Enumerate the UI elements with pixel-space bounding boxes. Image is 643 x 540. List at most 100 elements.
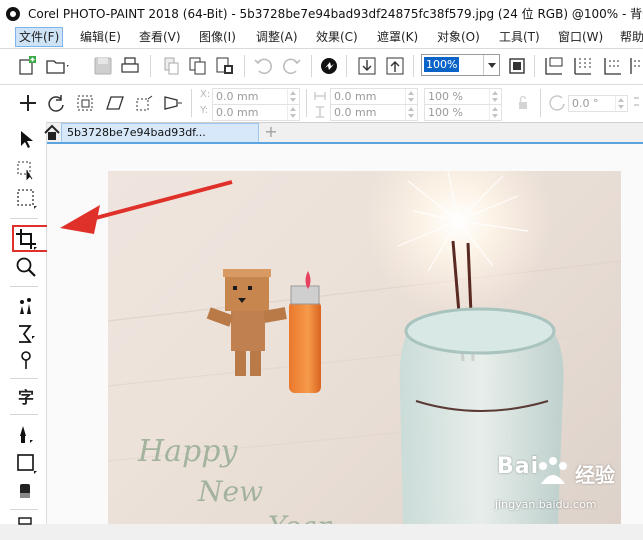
menu-view[interactable]: 查看(V) xyxy=(136,28,184,46)
toolbox-divider xyxy=(10,414,38,415)
menu-adjust[interactable]: 调整(A) xyxy=(253,28,301,46)
scale-y-value: 100 % xyxy=(428,106,463,119)
document-tab-label: 5b3728be7e94bad93df... xyxy=(67,126,206,139)
x-position-value: 0.0 mm xyxy=(216,90,259,103)
scale-y-field[interactable]: 100 % xyxy=(424,104,502,121)
full-screen-icon[interactable] xyxy=(506,55,528,77)
y-position-value: 0.0 mm xyxy=(216,106,259,119)
paint-tool-icon[interactable] xyxy=(14,422,38,446)
undo-icon[interactable] xyxy=(252,55,274,77)
crop-tool-highlight xyxy=(12,225,50,252)
toolbar-divider xyxy=(540,89,541,117)
pick-tool-icon[interactable] xyxy=(14,128,38,152)
corel-connect-icon[interactable] xyxy=(318,55,340,77)
toolbox-divider xyxy=(10,509,38,510)
rectangle-mask-tool-icon[interactable] xyxy=(14,186,38,210)
menu-bar: 文件(F) 编辑(E) 查看(V) 图像(I) 调整(A) 效果(C) 遮罩(K… xyxy=(0,27,643,49)
toolbar-divider xyxy=(346,55,347,77)
zoom-level-value[interactable]: 100% xyxy=(424,57,460,72)
menu-help[interactable]: 帮助 xyxy=(617,28,643,46)
y-position-label: Y: xyxy=(200,105,209,116)
zoom-tool-icon[interactable] xyxy=(14,255,38,279)
rotation-angle-spinner[interactable] xyxy=(615,96,627,111)
scale-x-spinner[interactable] xyxy=(489,89,501,104)
text-tool-icon[interactable]: 字 xyxy=(14,386,38,410)
menu-mask[interactable]: 遮罩(K) xyxy=(374,28,421,46)
effect-tool-icon[interactable] xyxy=(14,322,38,346)
new-document-icon[interactable] xyxy=(16,55,38,77)
snap-icon[interactable] xyxy=(600,55,624,77)
toolbar-divider xyxy=(311,55,312,77)
watermark-brand-suffix: 经验 xyxy=(575,463,615,487)
print-icon[interactable] xyxy=(119,55,141,77)
mask-transform-tool-icon[interactable] xyxy=(14,158,38,182)
home-icon[interactable] xyxy=(43,124,61,141)
paste-icon[interactable] xyxy=(214,55,238,77)
perspective-mode-icon[interactable] xyxy=(162,93,184,113)
document-tab[interactable]: 5b3728be7e94bad93df... xyxy=(61,123,259,142)
zoom-level-combo[interactable]: 100% xyxy=(421,54,500,76)
toolbox-divider xyxy=(10,286,38,287)
export-icon[interactable] xyxy=(384,55,406,77)
menu-image[interactable]: 图像(I) xyxy=(196,28,239,46)
overflow-icon[interactable] xyxy=(628,55,643,77)
image-text-happy: Happy xyxy=(137,434,238,469)
menu-file[interactable]: 文件(F) xyxy=(15,27,64,47)
baidu-watermark: Bai 经验 jingyan.baidu.com xyxy=(467,451,617,521)
cut-icon[interactable] xyxy=(160,55,182,77)
import-icon[interactable] xyxy=(356,55,378,77)
save-icon[interactable] xyxy=(92,55,114,77)
watermark-brand: Bai xyxy=(497,454,540,479)
toolbar-divider xyxy=(150,55,151,77)
lock-ratio-icon[interactable] xyxy=(516,95,530,111)
toolbar-divider xyxy=(534,55,535,77)
scale-y-spinner[interactable] xyxy=(489,105,501,120)
clone-tool-icon[interactable] xyxy=(14,348,38,372)
height-value: 0.0 mm xyxy=(334,106,377,119)
more-options-icon[interactable] xyxy=(630,93,643,115)
rectangle-tool-icon[interactable] xyxy=(14,451,38,475)
watermark-url: jingyan.baidu.com xyxy=(495,498,597,511)
menu-effects[interactable]: 效果(C) xyxy=(313,28,361,46)
eraser-tool-icon[interactable] xyxy=(14,479,38,503)
y-position-field[interactable]: 0.0 mm xyxy=(212,104,300,121)
toolbox-divider xyxy=(10,378,38,379)
x-position-field[interactable]: 0.0 mm xyxy=(212,88,300,105)
menu-window[interactable]: 窗口(W) xyxy=(555,28,606,46)
menu-object[interactable]: 对象(O) xyxy=(434,28,483,46)
eyedropper-tool-icon[interactable] xyxy=(14,294,38,318)
width-value: 0.0 mm xyxy=(334,90,377,103)
scale-mode-icon[interactable] xyxy=(75,93,95,113)
width-spinner[interactable] xyxy=(405,89,417,104)
scale-x-field[interactable]: 100 % xyxy=(424,88,502,105)
standard-toolbar xyxy=(0,49,643,85)
rulers-icon[interactable] xyxy=(542,55,566,77)
height-field[interactable]: 0.0 mm xyxy=(330,104,418,121)
x-position-spinner[interactable] xyxy=(287,89,299,104)
rotation-angle-icon xyxy=(549,95,565,111)
rotation-angle-field[interactable]: 0.0 ° xyxy=(568,95,628,112)
copy-icon[interactable] xyxy=(187,55,209,77)
redo-icon[interactable] xyxy=(281,55,303,77)
height-icon xyxy=(316,106,324,118)
menu-edit[interactable]: 编辑(E) xyxy=(77,28,124,46)
transform-position-icon[interactable] xyxy=(18,93,38,113)
open-folder-icon[interactable] xyxy=(45,55,71,77)
toolbar-divider xyxy=(191,89,192,117)
fill-tool-icon[interactable] xyxy=(14,516,38,540)
distort-mode-icon[interactable] xyxy=(134,93,154,113)
height-spinner[interactable] xyxy=(405,105,417,120)
width-field[interactable]: 0.0 mm xyxy=(330,88,418,105)
menu-tools[interactable]: 工具(T) xyxy=(496,28,543,46)
scale-x-value: 100 % xyxy=(428,90,463,103)
rotate-mode-icon[interactable] xyxy=(46,93,66,113)
zoom-dropdown-arrow-icon[interactable] xyxy=(483,55,499,75)
image-text-new: New xyxy=(197,475,263,508)
skew-mode-icon[interactable] xyxy=(104,93,126,113)
grid-guides-icon[interactable] xyxy=(571,55,595,77)
y-position-spinner[interactable] xyxy=(287,105,299,120)
rotation-angle-value: 0.0 ° xyxy=(572,97,599,110)
new-tab-button[interactable]: + xyxy=(262,123,280,142)
toolbar-divider xyxy=(244,55,245,77)
corel-app-icon xyxy=(6,6,20,21)
